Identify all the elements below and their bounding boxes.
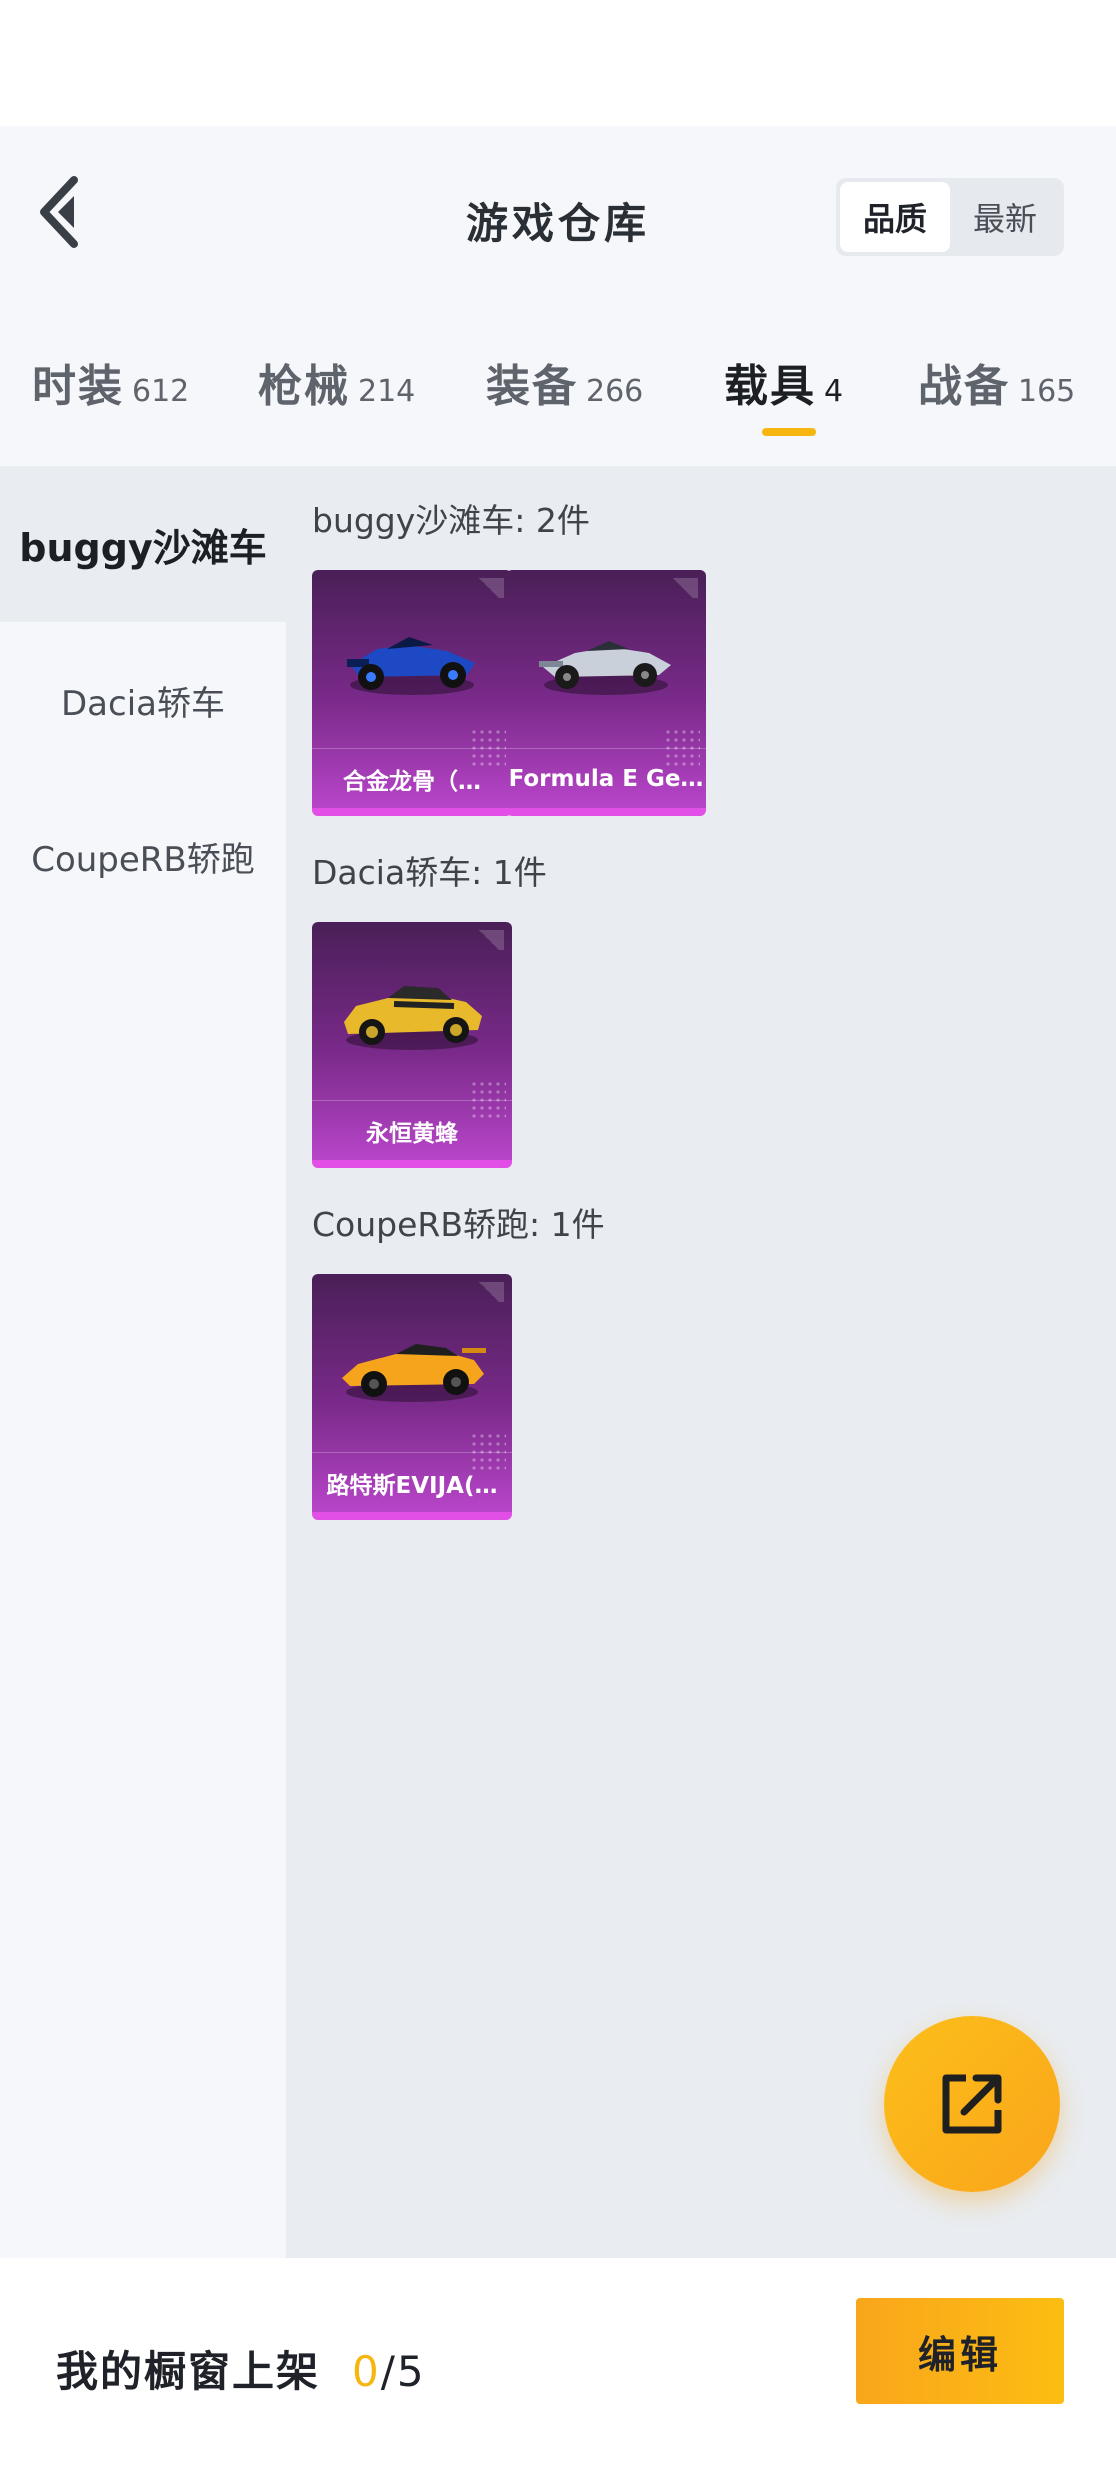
sort-option-quality[interactable]: 品质 bbox=[840, 182, 950, 252]
vehicle-name: 永恒黄蜂 bbox=[312, 1100, 512, 1160]
group-title-buggy: buggy沙滩车: 2件 bbox=[312, 501, 590, 540]
tab-fashion[interactable]: 时装 612 bbox=[32, 350, 189, 414]
vehicle-type-sidebar: buggy沙滩车 Dacia轿车 CoupeRB轿跑 bbox=[0, 466, 286, 2258]
vehicle-list: buggy沙滩车: 2件 合金龙骨（… Formula E Ge… Dacia轿… bbox=[286, 466, 1116, 2258]
vehicle-card[interactable]: 路特斯EVIJA(… bbox=[312, 1274, 512, 1520]
shelf-count: 0/5 bbox=[337, 2347, 426, 2396]
blue-buggy-car-icon bbox=[312, 570, 512, 750]
tab-label: 战备 bbox=[918, 361, 1010, 412]
vehicle-name: 合金龙骨（… bbox=[312, 748, 512, 808]
sidebar-item-couperb[interactable]: CoupeRB轿跑 bbox=[0, 778, 286, 934]
vehicle-card[interactable]: 合金龙骨（… bbox=[312, 570, 512, 816]
shelf-label: 我的橱窗上架 bbox=[56, 2347, 321, 2396]
tab-count: 214 bbox=[358, 374, 416, 409]
showcase-shelf-status: 我的橱窗上架 0/5 bbox=[56, 2338, 426, 2399]
tab-label: 时装 bbox=[32, 361, 124, 412]
bottom-bar: 我的橱窗上架 0/5 编辑 bbox=[0, 2258, 1116, 2484]
share-external-icon bbox=[942, 2074, 1002, 2134]
tab-vehicles[interactable]: 载具 4 bbox=[724, 350, 843, 414]
vehicle-card[interactable]: 永恒黄蜂 bbox=[312, 922, 512, 1168]
tab-label: 装备 bbox=[486, 361, 578, 412]
formula-e-car-icon bbox=[506, 570, 706, 750]
sort-toggle[interactable]: 品质 最新 bbox=[836, 178, 1064, 256]
orange-sports-car-icon bbox=[312, 1274, 512, 1454]
group-title-dacia: Dacia轿车: 1件 bbox=[312, 853, 547, 892]
sidebar-item-buggy[interactable]: buggy沙滩车 bbox=[0, 466, 286, 622]
category-tabs: 时装 612 枪械 214 装备 266 载具 4 战备 165 bbox=[0, 340, 1116, 450]
active-tab-indicator bbox=[762, 428, 816, 436]
tab-count: 612 bbox=[132, 374, 190, 409]
sort-option-newest[interactable]: 最新 bbox=[950, 182, 1060, 252]
yellow-sedan-car-icon bbox=[312, 922, 512, 1102]
tab-equipment[interactable]: 装备 266 bbox=[486, 350, 643, 414]
vehicle-name: Formula E Ge… bbox=[506, 748, 706, 808]
tab-label: 枪械 bbox=[258, 361, 350, 412]
share-button[interactable] bbox=[884, 2016, 1060, 2192]
tab-count: 165 bbox=[1018, 374, 1076, 409]
group-title-couperb: CoupeRB轿跑: 1件 bbox=[312, 1205, 605, 1244]
sidebar-item-dacia[interactable]: Dacia轿车 bbox=[0, 622, 286, 778]
edit-button[interactable]: 编辑 bbox=[856, 2298, 1064, 2404]
tab-supplies[interactable]: 战备 165 bbox=[918, 350, 1075, 414]
vehicle-name: 路特斯EVIJA(… bbox=[312, 1452, 512, 1512]
tab-label: 载具 bbox=[724, 361, 816, 412]
shelf-total: /5 bbox=[380, 2347, 426, 2396]
warehouse-page: 游戏仓库 品质 最新 时装 612 枪械 214 装备 266 载具 4 战备 … bbox=[0, 0, 1116, 2484]
shelf-used: 0 bbox=[352, 2347, 381, 2396]
tab-count: 4 bbox=[824, 374, 844, 409]
vehicle-card[interactable]: Formula E Ge… bbox=[506, 570, 706, 816]
tab-count: 266 bbox=[586, 374, 644, 409]
status-bar bbox=[0, 0, 1116, 126]
tab-guns[interactable]: 枪械 214 bbox=[258, 350, 415, 414]
